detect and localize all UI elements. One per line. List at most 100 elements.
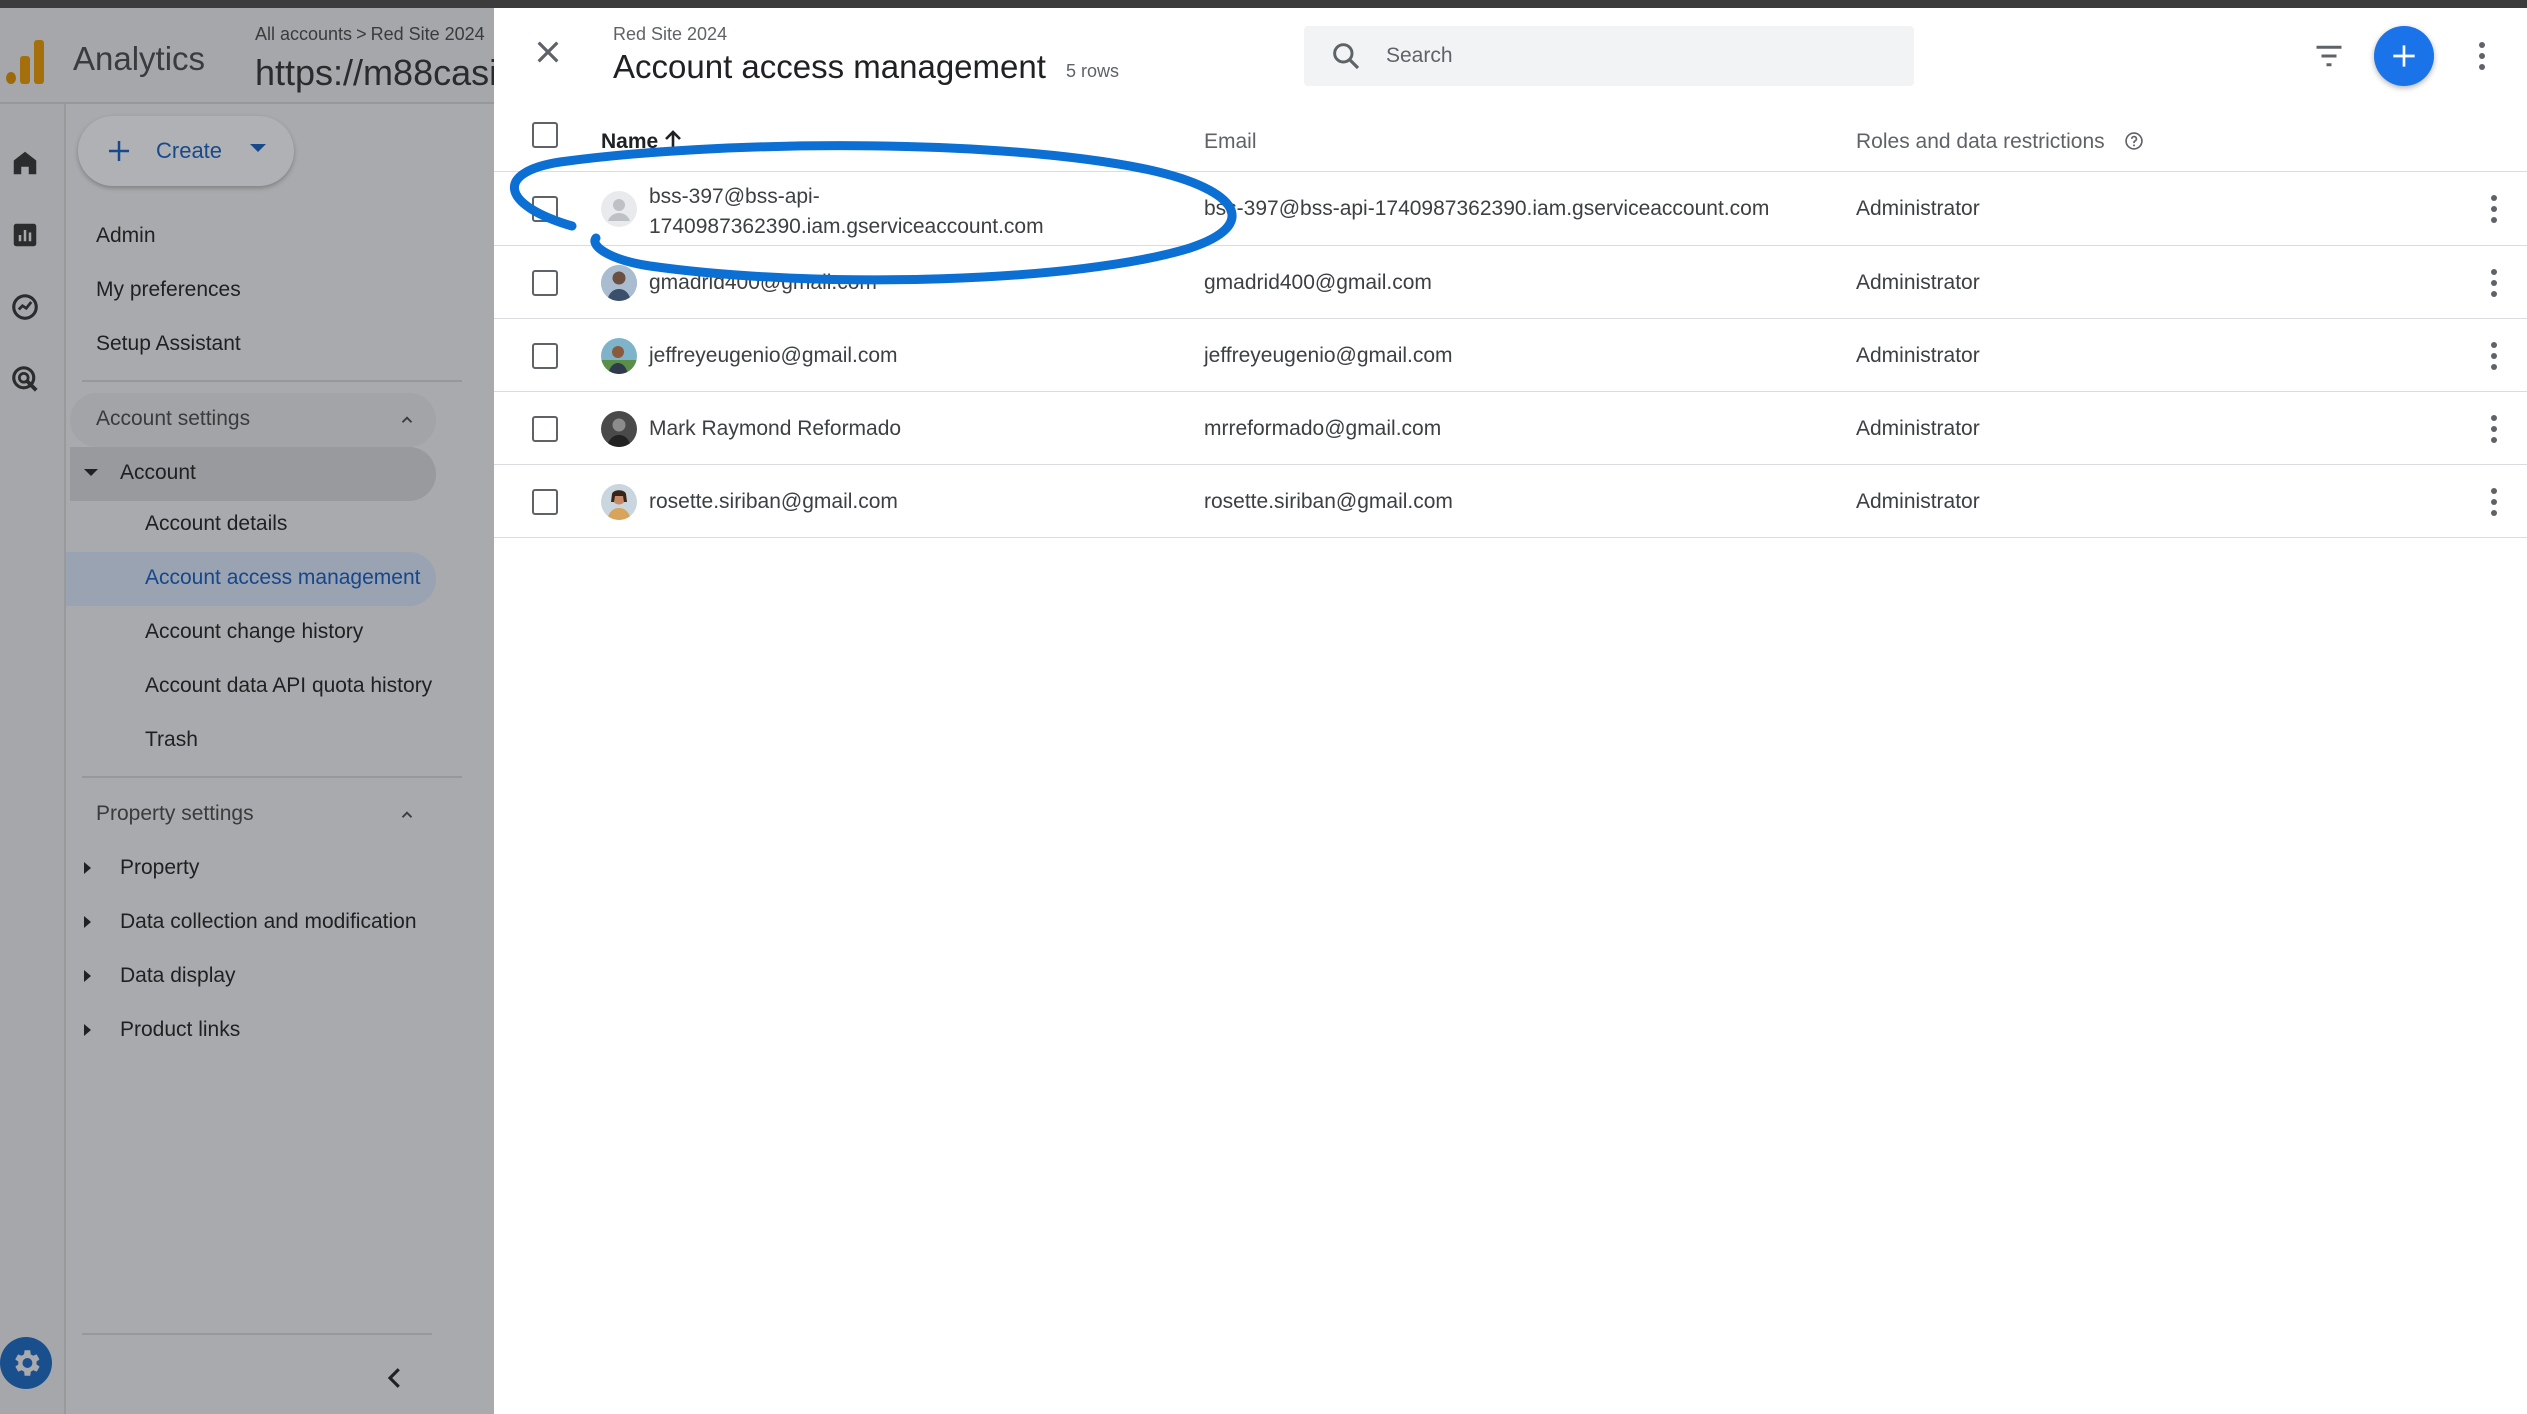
nav-account-label: Account	[120, 461, 196, 484]
nav-account-data-api-quota[interactable]: Account data API quota history	[145, 674, 435, 698]
property-settings-section[interactable]: Property settings	[70, 788, 436, 842]
advertising-icon[interactable]	[10, 364, 40, 394]
row-checkbox[interactable]	[532, 489, 558, 515]
nav-my-preferences[interactable]: My preferences	[96, 278, 241, 302]
column-header-email[interactable]: Email	[1204, 130, 1257, 154]
user-role: Administrator	[1856, 197, 1980, 220]
user-email: bss-397@bss-api-1740987362390.iam.gservi…	[1204, 197, 1770, 220]
caret-right-icon	[84, 862, 91, 874]
close-icon[interactable]	[532, 36, 564, 68]
user-name: jeffreyeugenio@gmail.com	[649, 344, 898, 367]
row-checkbox[interactable]	[532, 270, 558, 296]
help-icon[interactable]	[2124, 131, 2144, 151]
select-all-checkbox[interactable]	[532, 122, 558, 148]
app-header: Analytics All accounts > Red Site 2024 htt…	[0, 8, 615, 104]
analytics-logo-icon	[6, 40, 44, 84]
column-header-roles[interactable]: Roles and data restrictions	[1856, 130, 2105, 154]
analytics-background: Analytics All accounts > Red Site 2024 htt…	[0, 8, 615, 1414]
user-role: Administrator	[1856, 417, 1980, 440]
create-label: Create	[156, 138, 223, 163]
app-name: Analytics	[73, 40, 206, 77]
search-input[interactable]	[1386, 26, 1886, 86]
user-email: rosette.siriban@gmail.com	[1204, 490, 1453, 513]
row-count: 5 rows	[1066, 61, 1120, 81]
user-email: mrreformado@gmail.com	[1204, 417, 1442, 440]
nav-divider	[82, 1333, 432, 1335]
row-more-options-icon[interactable]	[2488, 267, 2500, 299]
user-name: gmadrid400@gmail.com	[649, 271, 877, 294]
nav-item-label: Property	[120, 856, 200, 879]
breadcrumb-account[interactable]: Red Site 2024	[371, 24, 485, 44]
caret-right-icon	[84, 970, 91, 982]
create-button[interactable]: Create	[78, 116, 294, 186]
account-settings-section[interactable]: Account settings	[70, 393, 436, 447]
user-role: Administrator	[1856, 271, 1980, 294]
table-row[interactable]: gmadrid400@gmail.com gmadrid400@gmail.co…	[494, 246, 2527, 319]
nav-setup-assistant[interactable]: Setup Assistant	[96, 332, 241, 356]
collapse-nav-chevron-left-icon[interactable]	[380, 1363, 410, 1393]
nav-divider	[82, 380, 462, 382]
row-checkbox[interactable]	[532, 416, 558, 442]
table-row[interactable]: Mark Raymond Reformado mrreformado@gmail…	[494, 392, 2527, 465]
add-user-button[interactable]	[2374, 26, 2434, 86]
nav-item-label: Product links	[120, 1018, 241, 1041]
nav-item-label: Account access management	[145, 566, 421, 589]
nav-admin[interactable]: Admin	[96, 224, 156, 248]
row-more-options-icon[interactable]	[2488, 486, 2500, 518]
left-icon-rail	[0, 104, 66, 1414]
row-checkbox[interactable]	[532, 343, 558, 369]
row-more-options-icon[interactable]	[2488, 340, 2500, 372]
plus-icon	[109, 141, 129, 161]
user-name: rosette.siriban@gmail.com	[649, 490, 898, 513]
more-options-icon[interactable]	[2476, 40, 2488, 72]
reports-icon[interactable]	[10, 220, 40, 250]
user-email: jeffreyeugenio@gmail.com	[1204, 344, 1453, 367]
row-more-options-icon[interactable]	[2488, 413, 2500, 445]
section-label: Property settings	[96, 802, 254, 825]
nav-divider	[82, 776, 462, 778]
chevron-up-icon	[401, 416, 413, 423]
account-breadcrumb[interactable]: All accounts > Red Site 2024	[255, 24, 485, 45]
chevron-right-icon: >	[356, 24, 367, 44]
nav-trash[interactable]: Trash	[145, 728, 435, 752]
account-access-panel: Red Site 2024 Account access management …	[494, 8, 2527, 1414]
breadcrumb-all-accounts[interactable]: All accounts	[255, 24, 352, 44]
caret-right-icon	[84, 916, 91, 928]
nav-account-group[interactable]: Account	[70, 447, 436, 501]
caret-down-icon	[250, 144, 266, 152]
row-checkbox[interactable]	[532, 196, 558, 222]
caret-down-icon	[84, 469, 98, 476]
home-icon[interactable]	[10, 148, 40, 178]
user-email: gmadrid400@gmail.com	[1204, 271, 1432, 294]
user-role: Administrator	[1856, 490, 1980, 513]
nav-account-access-management[interactable]: Account access management	[66, 552, 436, 606]
user-name: bss-397@bss-api-1740987362390.iam.gservi…	[649, 185, 1044, 238]
section-label: Account settings	[96, 407, 251, 430]
user-name: Mark Raymond Reformado	[649, 417, 902, 440]
nav-account-details[interactable]: Account details	[145, 512, 435, 536]
default-avatar-icon	[601, 191, 637, 227]
panel-breadcrumb: Red Site 2024	[613, 24, 728, 44]
plus-icon	[2393, 45, 2415, 67]
table-row[interactable]: rosette.siriban@gmail.com rosette.siriba…	[494, 465, 2527, 538]
table-row[interactable]: bss-397@bss-api-1740987362390.iam.gservi…	[494, 172, 2527, 246]
sort-arrow-up-icon[interactable]	[662, 128, 684, 152]
user-avatar	[601, 484, 637, 520]
nav-account-change-history[interactable]: Account change history	[145, 620, 435, 644]
admin-gear-icon[interactable]	[0, 1337, 52, 1389]
window-top-strip	[0, 0, 2527, 8]
nav-item-label: Data display	[120, 964, 236, 987]
caret-right-icon	[84, 1024, 91, 1036]
user-avatar	[601, 265, 637, 301]
nav-item-label: Data collection and modification	[120, 910, 417, 933]
chevron-up-icon	[401, 811, 413, 818]
user-avatar	[601, 411, 637, 447]
search-box	[1304, 26, 1914, 86]
user-avatar	[601, 338, 637, 374]
user-role: Administrator	[1856, 344, 1980, 367]
explore-icon[interactable]	[10, 292, 40, 322]
column-header-name[interactable]: Name	[601, 130, 658, 154]
table-row[interactable]: jeffreyeugenio@gmail.com jeffreyeugenio@…	[494, 319, 2527, 392]
row-more-options-icon[interactable]	[2488, 193, 2500, 225]
filter-icon[interactable]	[2314, 42, 2344, 70]
